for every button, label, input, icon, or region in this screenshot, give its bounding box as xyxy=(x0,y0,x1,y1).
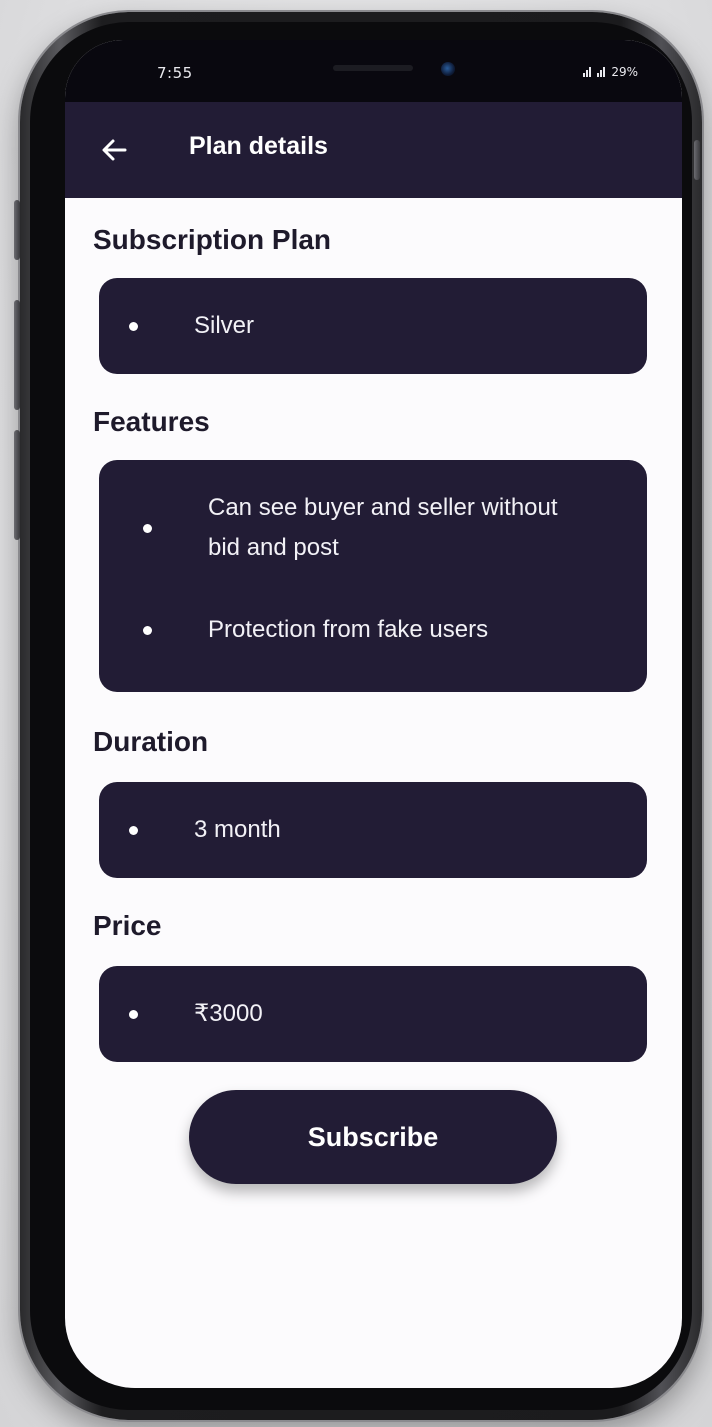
bullet-icon xyxy=(129,1009,138,1019)
volume-up-button xyxy=(14,200,20,260)
phone-screen: 7:55 29% Plan details Subscription Plan … xyxy=(65,40,682,1388)
earpiece-speaker xyxy=(333,65,413,71)
plan-name: Silver xyxy=(194,312,255,339)
bullet-icon xyxy=(129,321,138,331)
screenshot-stage: 7:55 29% Plan details Subscription Plan … xyxy=(0,0,712,1427)
feature-text: Can see buyer and seller without bid and… xyxy=(208,494,558,561)
signal-icon-2 xyxy=(597,67,606,77)
status-bar: 7:55 29% xyxy=(65,40,682,102)
battery-level: 29% xyxy=(611,65,638,79)
duration-value: 3 month xyxy=(194,816,281,843)
list-item: Protection from fake users xyxy=(143,610,488,650)
list-item: Silver xyxy=(129,306,254,346)
signal-icon xyxy=(583,67,592,77)
app-bar: Plan details xyxy=(65,102,682,198)
status-indicators: 29% xyxy=(583,65,638,79)
list-item: 3 month xyxy=(129,810,281,850)
status-time: 7:55 xyxy=(157,64,193,82)
front-camera-icon xyxy=(441,62,455,76)
arrow-left-svg xyxy=(102,139,127,161)
price-card: ₹3000 xyxy=(99,966,647,1062)
side-button-right xyxy=(694,140,700,180)
power-button xyxy=(14,430,20,540)
price-value: ₹3000 xyxy=(194,1000,263,1027)
feature-text: Protection from fake users xyxy=(208,616,489,643)
page-title: Plan details xyxy=(189,132,328,160)
subscription-plan-card: Silver xyxy=(99,278,647,374)
subscribe-button[interactable]: Subscribe xyxy=(189,1090,557,1184)
subscription-plan-heading: Subscription Plan xyxy=(93,224,332,255)
bullet-icon xyxy=(143,625,152,635)
bullet-icon xyxy=(129,825,138,835)
volume-down-button xyxy=(14,300,20,410)
duration-heading: Duration xyxy=(93,726,209,757)
duration-card: 3 month xyxy=(99,782,647,878)
list-item: ₹3000 xyxy=(129,994,263,1034)
arrow-left-icon[interactable] xyxy=(95,130,135,170)
bullet-icon xyxy=(143,523,152,533)
features-heading: Features xyxy=(93,406,210,437)
features-card: Can see buyer and seller without bid and… xyxy=(99,460,647,692)
price-heading: Price xyxy=(93,910,162,941)
list-item: Can see buyer and seller without bid and… xyxy=(143,488,623,568)
